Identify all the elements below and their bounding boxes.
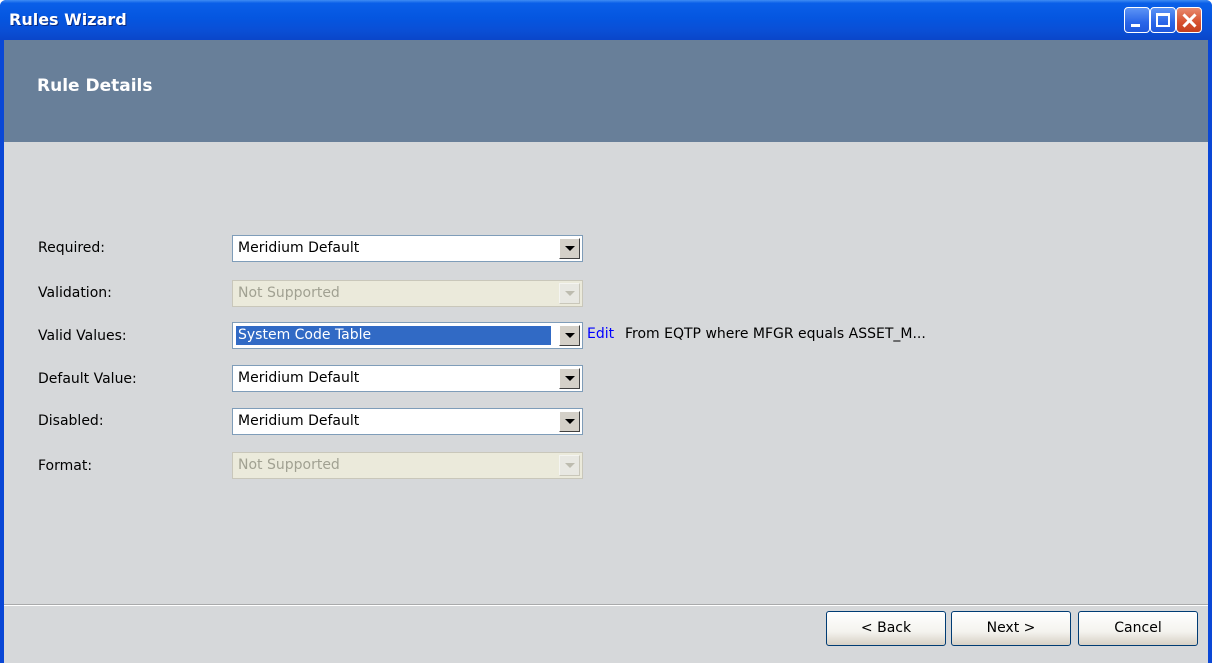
- format-label: Format:: [38, 458, 93, 474]
- back-button[interactable]: < Back: [826, 611, 946, 646]
- required-dropdown[interactable]: Meridium Default: [232, 235, 583, 262]
- valid-values-label: Valid Values:: [38, 328, 127, 344]
- wizard-client-area: Rule Details Required: Meridium Default …: [4, 40, 1208, 663]
- chevron-down-icon[interactable]: [559, 325, 580, 346]
- valid-values-value: System Code Table: [236, 326, 551, 345]
- chevron-down-icon: [559, 283, 580, 304]
- rules-wizard-window: Rules Wizard Rule Details Required: Meri…: [0, 0, 1212, 663]
- disabled-value: Meridium Default: [238, 413, 360, 429]
- minimize-icon: [1131, 24, 1140, 27]
- rule-details-form: [4, 142, 1208, 604]
- close-button[interactable]: [1176, 7, 1202, 33]
- title-bar[interactable]: Rules Wizard: [0, 0, 1212, 40]
- maximize-button[interactable]: [1150, 7, 1176, 33]
- page-title: Rule Details: [37, 76, 153, 96]
- edit-link[interactable]: Edit: [587, 326, 614, 342]
- minimize-button[interactable]: [1124, 7, 1150, 33]
- valid-values-description: From EQTP where MFGR equals ASSET_M...: [625, 326, 926, 342]
- default-value-value: Meridium Default: [238, 370, 360, 386]
- valid-values-dropdown[interactable]: System Code Table: [232, 322, 583, 349]
- chevron-down-icon[interactable]: [559, 368, 580, 389]
- default-value-label: Default Value:: [38, 371, 137, 387]
- window-title: Rules Wizard: [9, 10, 127, 29]
- next-button[interactable]: Next >: [951, 611, 1071, 646]
- validation-label: Validation:: [38, 285, 112, 301]
- validation-value: Not Supported: [238, 285, 340, 301]
- format-value: Not Supported: [238, 457, 340, 473]
- chevron-down-icon[interactable]: [559, 238, 580, 259]
- maximize-icon: [1156, 13, 1170, 27]
- chevron-down-icon: [559, 455, 580, 476]
- validation-dropdown: Not Supported: [232, 280, 583, 307]
- cancel-button[interactable]: Cancel: [1078, 611, 1198, 646]
- disabled-label: Disabled:: [38, 413, 104, 429]
- close-icon: [1177, 8, 1201, 32]
- required-label: Required:: [38, 240, 106, 256]
- format-dropdown: Not Supported: [232, 452, 583, 479]
- wizard-header: Rule Details: [4, 40, 1208, 142]
- disabled-dropdown[interactable]: Meridium Default: [232, 408, 583, 435]
- required-value: Meridium Default: [238, 240, 360, 256]
- default-value-dropdown[interactable]: Meridium Default: [232, 365, 583, 392]
- chevron-down-icon[interactable]: [559, 411, 580, 432]
